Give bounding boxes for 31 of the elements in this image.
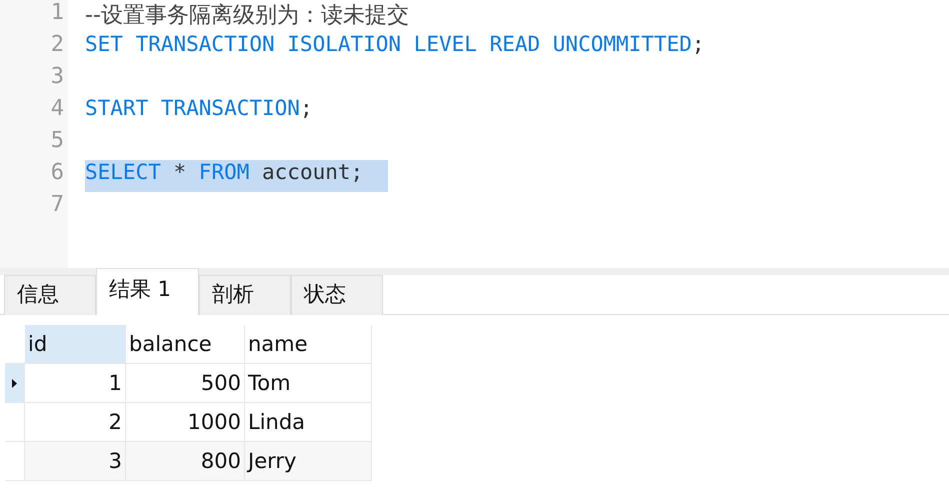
code-text: *	[172, 160, 188, 186]
line-number: 2	[50, 32, 64, 59]
column-header[interactable]: id	[25, 325, 126, 364]
code-text: ;	[692, 32, 705, 58]
table-cell: Jerry	[245, 442, 372, 481]
column-header[interactable]: name	[245, 325, 372, 364]
column-header[interactable]: balance	[126, 325, 245, 364]
table-cell: 500	[126, 364, 245, 403]
sql-keyword: START TRANSACTION	[85, 96, 300, 122]
table-cell: 3	[25, 442, 126, 481]
line-number: 6	[50, 160, 64, 187]
code-text: ;	[300, 96, 313, 122]
caret-icon	[12, 378, 17, 388]
line-number: 7	[50, 192, 64, 219]
sql-keyword: FROM	[198, 160, 250, 186]
result-tab[interactable]: 状态	[291, 275, 383, 315]
line-number: 5	[50, 128, 64, 155]
line-number: 4	[50, 96, 64, 123]
row-indicator[interactable]	[5, 364, 25, 403]
line-number: 1	[50, 0, 64, 27]
code-text: account;	[261, 160, 364, 186]
table-cell: 1	[25, 364, 126, 403]
result-tab[interactable]: 信息	[4, 275, 96, 315]
sql-keyword: SET TRANSACTION ISOLATION LEVEL READ UNCOMMITTED	[85, 32, 692, 58]
result-tab[interactable]: 剖析	[199, 275, 291, 315]
code-comment: --设置事务隔离级别为：读未提交	[85, 2, 409, 30]
result-tab[interactable]: 结果 1	[96, 268, 199, 315]
sql-keyword: SELECT	[85, 160, 161, 186]
table-cell: Tom	[245, 364, 372, 403]
table-cell: 800	[126, 442, 245, 481]
line-number: 3	[50, 64, 64, 91]
